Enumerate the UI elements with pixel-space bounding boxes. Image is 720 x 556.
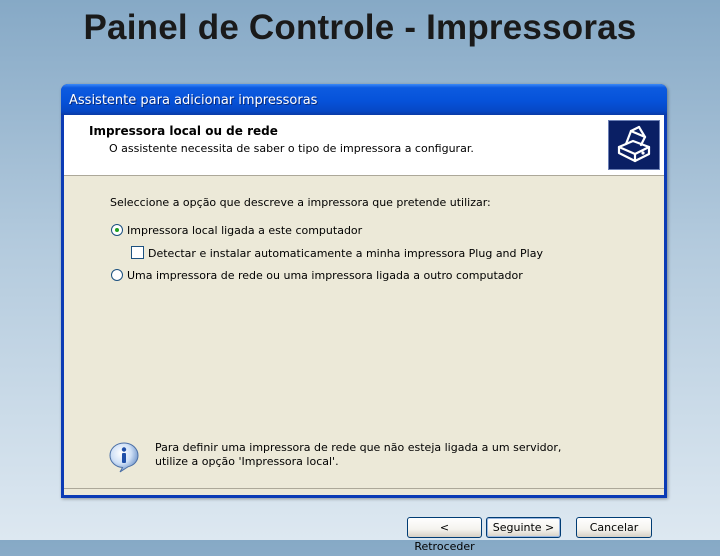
header-title: Impressora local ou de rede [89, 124, 278, 138]
header-subtitle: O assistente necessita de saber o tipo d… [109, 142, 474, 155]
info-text-line1: Para definir uma impressora de rede que … [155, 441, 562, 454]
footer-divider [64, 488, 664, 489]
back-button[interactable]: < Retroceder [407, 517, 482, 553]
add-printer-wizard-window: Assistente para adicionar impressoras Im… [61, 84, 667, 553]
local-printer-label[interactable]: Impressora local ligada a este computado… [127, 224, 362, 237]
next-button[interactable]: Seguinte > [486, 517, 561, 538]
window-titlebar[interactable]: Assistente para adicionar impressoras [61, 84, 667, 115]
info-icon [108, 441, 140, 473]
wizard-header: Impressora local ou de rede O assistente… [64, 115, 664, 176]
plug-and-play-label[interactable]: Detectar e instalar automaticamente a mi… [148, 247, 543, 260]
info-text-line2: utilize a opção 'Impressora local'. [155, 455, 339, 468]
prompt-text: Seleccione a opção que descreve a impres… [110, 196, 491, 209]
local-printer-radio[interactable] [111, 224, 123, 236]
wizard-client-area: Impressora local ou de rede O assistente… [64, 115, 664, 495]
window-title: Assistente para adicionar impressoras [69, 93, 318, 108]
network-printer-radio[interactable] [111, 269, 123, 281]
plug-and-play-checkbox[interactable] [131, 246, 144, 259]
cancel-button[interactable]: Cancelar [576, 517, 652, 538]
radio-selected-dot [115, 228, 119, 232]
printer-icon [608, 120, 660, 170]
network-printer-label[interactable]: Uma impressora de rede ou uma impressora… [127, 269, 523, 282]
slide-title: Painel de Controle - Impressoras [83, 8, 637, 47]
